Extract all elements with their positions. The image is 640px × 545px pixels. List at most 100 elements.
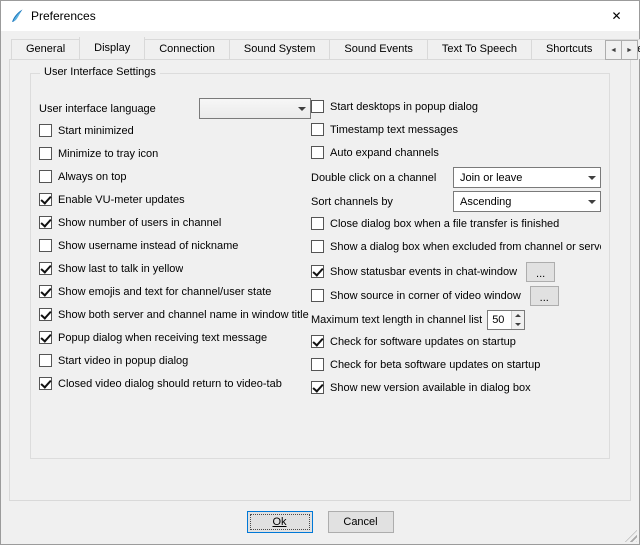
- checkbox[interactable]: [39, 193, 52, 206]
- checkbox-label: Show emojis and text for channel/user st…: [58, 286, 271, 298]
- checkbox-row-show-user-count[interactable]: Show number of users in channel: [39, 214, 311, 231]
- right-column: Start desktops in popup dialog Timestamp…: [311, 98, 601, 402]
- sort-channels-dropdown[interactable]: Ascending: [453, 191, 601, 212]
- title-bar: Preferences ✕: [1, 1, 639, 31]
- checkbox-row-auto-expand-channels[interactable]: Auto expand channels: [311, 144, 601, 161]
- tab-sound-system[interactable]: Sound System: [229, 39, 331, 59]
- checkbox-row-always-on-top[interactable]: Always on top: [39, 168, 311, 185]
- tab-sound-events[interactable]: Sound Events: [329, 39, 428, 59]
- checkbox-label: Show new version available in dialog box: [330, 382, 531, 394]
- max-text-length-value: 50: [488, 311, 511, 329]
- checkbox-label: Show last to talk in yellow: [58, 263, 183, 275]
- language-label: User interface language: [39, 103, 156, 115]
- checkbox-label: Start desktops in popup dialog: [330, 101, 478, 113]
- checkbox-row-excluded-dialog[interactable]: Show a dialog box when excluded from cha…: [311, 238, 601, 255]
- checkbox-label: Enable VU-meter updates: [58, 194, 185, 206]
- checkbox[interactable]: [311, 146, 324, 159]
- checkbox[interactable]: [311, 240, 324, 253]
- checkbox-row-username-instead-nickname[interactable]: Show username instead of nickname: [39, 237, 311, 254]
- checkbox-row-vu-meter[interactable]: Enable VU-meter updates: [39, 191, 311, 208]
- sort-channels-row: Sort channels by Ascending: [311, 191, 601, 212]
- checkbox-label: Check for software updates on startup: [330, 336, 516, 348]
- max-text-length-row: Maximum text length in channel list 50: [311, 309, 601, 330]
- dialog-footer: Ok Cancel: [1, 500, 639, 544]
- checkbox-label: Closed video dialog should return to vid…: [58, 378, 282, 390]
- chevron-down-icon: [588, 200, 596, 208]
- checkbox[interactable]: [311, 381, 324, 394]
- tab-connection[interactable]: Connection: [144, 39, 230, 59]
- checkbox-row-close-on-transfer[interactable]: Close dialog box when a file transfer is…: [311, 215, 601, 232]
- checkbox-label: Show source in corner of video window: [330, 290, 521, 302]
- checkbox-row-emojis-text-state[interactable]: Show emojis and text for channel/user st…: [39, 283, 311, 300]
- checkbox[interactable]: [311, 123, 324, 136]
- checkbox-row-check-beta-updates[interactable]: Check for beta software updates on start…: [311, 356, 601, 373]
- language-row: User interface language: [39, 98, 311, 119]
- checkbox-row-video-popup[interactable]: Start video in popup dialog: [39, 352, 311, 369]
- tab-scroll-left-button[interactable]: ◄: [605, 40, 622, 60]
- video-source-browse-button[interactable]: ...: [530, 286, 559, 306]
- tab-text-to-speech[interactable]: Text To Speech: [427, 39, 532, 59]
- checkbox-label: Show both server and channel name in win…: [58, 309, 309, 321]
- checkbox-label: Start minimized: [58, 125, 134, 137]
- checkbox[interactable]: [39, 239, 52, 252]
- spinner-up-button[interactable]: [512, 311, 524, 320]
- checkbox-label: Always on top: [58, 171, 126, 183]
- checkbox-label: Minimize to tray icon: [58, 148, 158, 160]
- checkbox-row-closed-video-return[interactable]: Closed video dialog should return to vid…: [39, 375, 311, 392]
- checkbox[interactable]: [39, 285, 52, 298]
- checkbox-label: Check for beta software updates on start…: [330, 359, 540, 371]
- checkbox[interactable]: [311, 335, 324, 348]
- max-text-length-spinner[interactable]: 50: [487, 310, 525, 330]
- checkbox-row-new-version-dialog[interactable]: Show new version available in dialog box: [311, 379, 601, 396]
- checkbox[interactable]: [39, 377, 52, 390]
- statusbar-events-row[interactable]: Show statusbar events in chat-window ...: [311, 261, 601, 282]
- spinner-down-button[interactable]: [512, 320, 524, 329]
- double-click-label: Double click on a channel: [311, 172, 436, 184]
- checkbox[interactable]: [39, 262, 52, 275]
- user-interface-settings-group: User Interface Settings User interface l…: [30, 73, 610, 459]
- checkbox[interactable]: [39, 124, 52, 137]
- checkbox[interactable]: [311, 265, 324, 278]
- checkbox-label: Close dialog box when a file transfer is…: [330, 218, 559, 230]
- checkbox-row-last-to-talk[interactable]: Show last to talk in yellow: [39, 260, 311, 277]
- language-dropdown[interactable]: [199, 98, 311, 119]
- checkbox[interactable]: [39, 308, 52, 321]
- cancel-button[interactable]: Cancel: [328, 511, 394, 533]
- sort-channels-value: Ascending: [460, 196, 511, 208]
- checkbox-label: Show a dialog box when excluded from cha…: [330, 241, 601, 253]
- tab-display[interactable]: Display: [79, 37, 145, 59]
- checkbox[interactable]: [311, 289, 324, 302]
- spinner-arrows: [511, 311, 524, 329]
- checkbox[interactable]: [311, 100, 324, 113]
- checkbox-row-timestamp-messages[interactable]: Timestamp text messages: [311, 121, 601, 138]
- ok-button[interactable]: Ok: [247, 511, 313, 533]
- checkbox[interactable]: [311, 358, 324, 371]
- checkbox-row-minimize-to-tray[interactable]: Minimize to tray icon: [39, 145, 311, 162]
- statusbar-events-browse-button[interactable]: ...: [526, 262, 555, 282]
- checkbox-row-desktops-popup[interactable]: Start desktops in popup dialog: [311, 98, 601, 115]
- checkbox[interactable]: [39, 354, 52, 367]
- checkbox-row-check-updates[interactable]: Check for software updates on startup: [311, 333, 601, 350]
- checkbox[interactable]: [39, 331, 52, 344]
- tab-general[interactable]: General: [11, 39, 80, 59]
- checkbox-row-server-channel-title[interactable]: Show both server and channel name in win…: [39, 306, 311, 323]
- checkbox-row-popup-text-message[interactable]: Popup dialog when receiving text message: [39, 329, 311, 346]
- checkbox[interactable]: [39, 147, 52, 160]
- checkbox-label: Show statusbar events in chat-window: [330, 266, 517, 278]
- video-source-row[interactable]: Show source in corner of video window ..…: [311, 285, 601, 306]
- checkbox[interactable]: [39, 216, 52, 229]
- checkbox-label: Popup dialog when receiving text message: [58, 332, 267, 344]
- tab-shortcuts[interactable]: Shortcuts: [531, 39, 607, 59]
- tab-scroll-right-button[interactable]: ►: [621, 40, 638, 60]
- checkbox-label: Show username instead of nickname: [58, 240, 238, 252]
- double-click-row: Double click on a channel Join or leave: [311, 167, 601, 188]
- sort-channels-label: Sort channels by: [311, 196, 393, 208]
- left-column: User interface language Start minimized …: [39, 98, 311, 402]
- chevron-down-icon: [298, 107, 306, 115]
- close-button[interactable]: ✕: [594, 1, 639, 31]
- checkbox[interactable]: [39, 170, 52, 183]
- double-click-dropdown[interactable]: Join or leave: [453, 167, 601, 188]
- checkbox[interactable]: [311, 217, 324, 230]
- checkbox-row-start-minimized[interactable]: Start minimized: [39, 122, 311, 139]
- max-text-length-label: Maximum text length in channel list: [311, 314, 482, 326]
